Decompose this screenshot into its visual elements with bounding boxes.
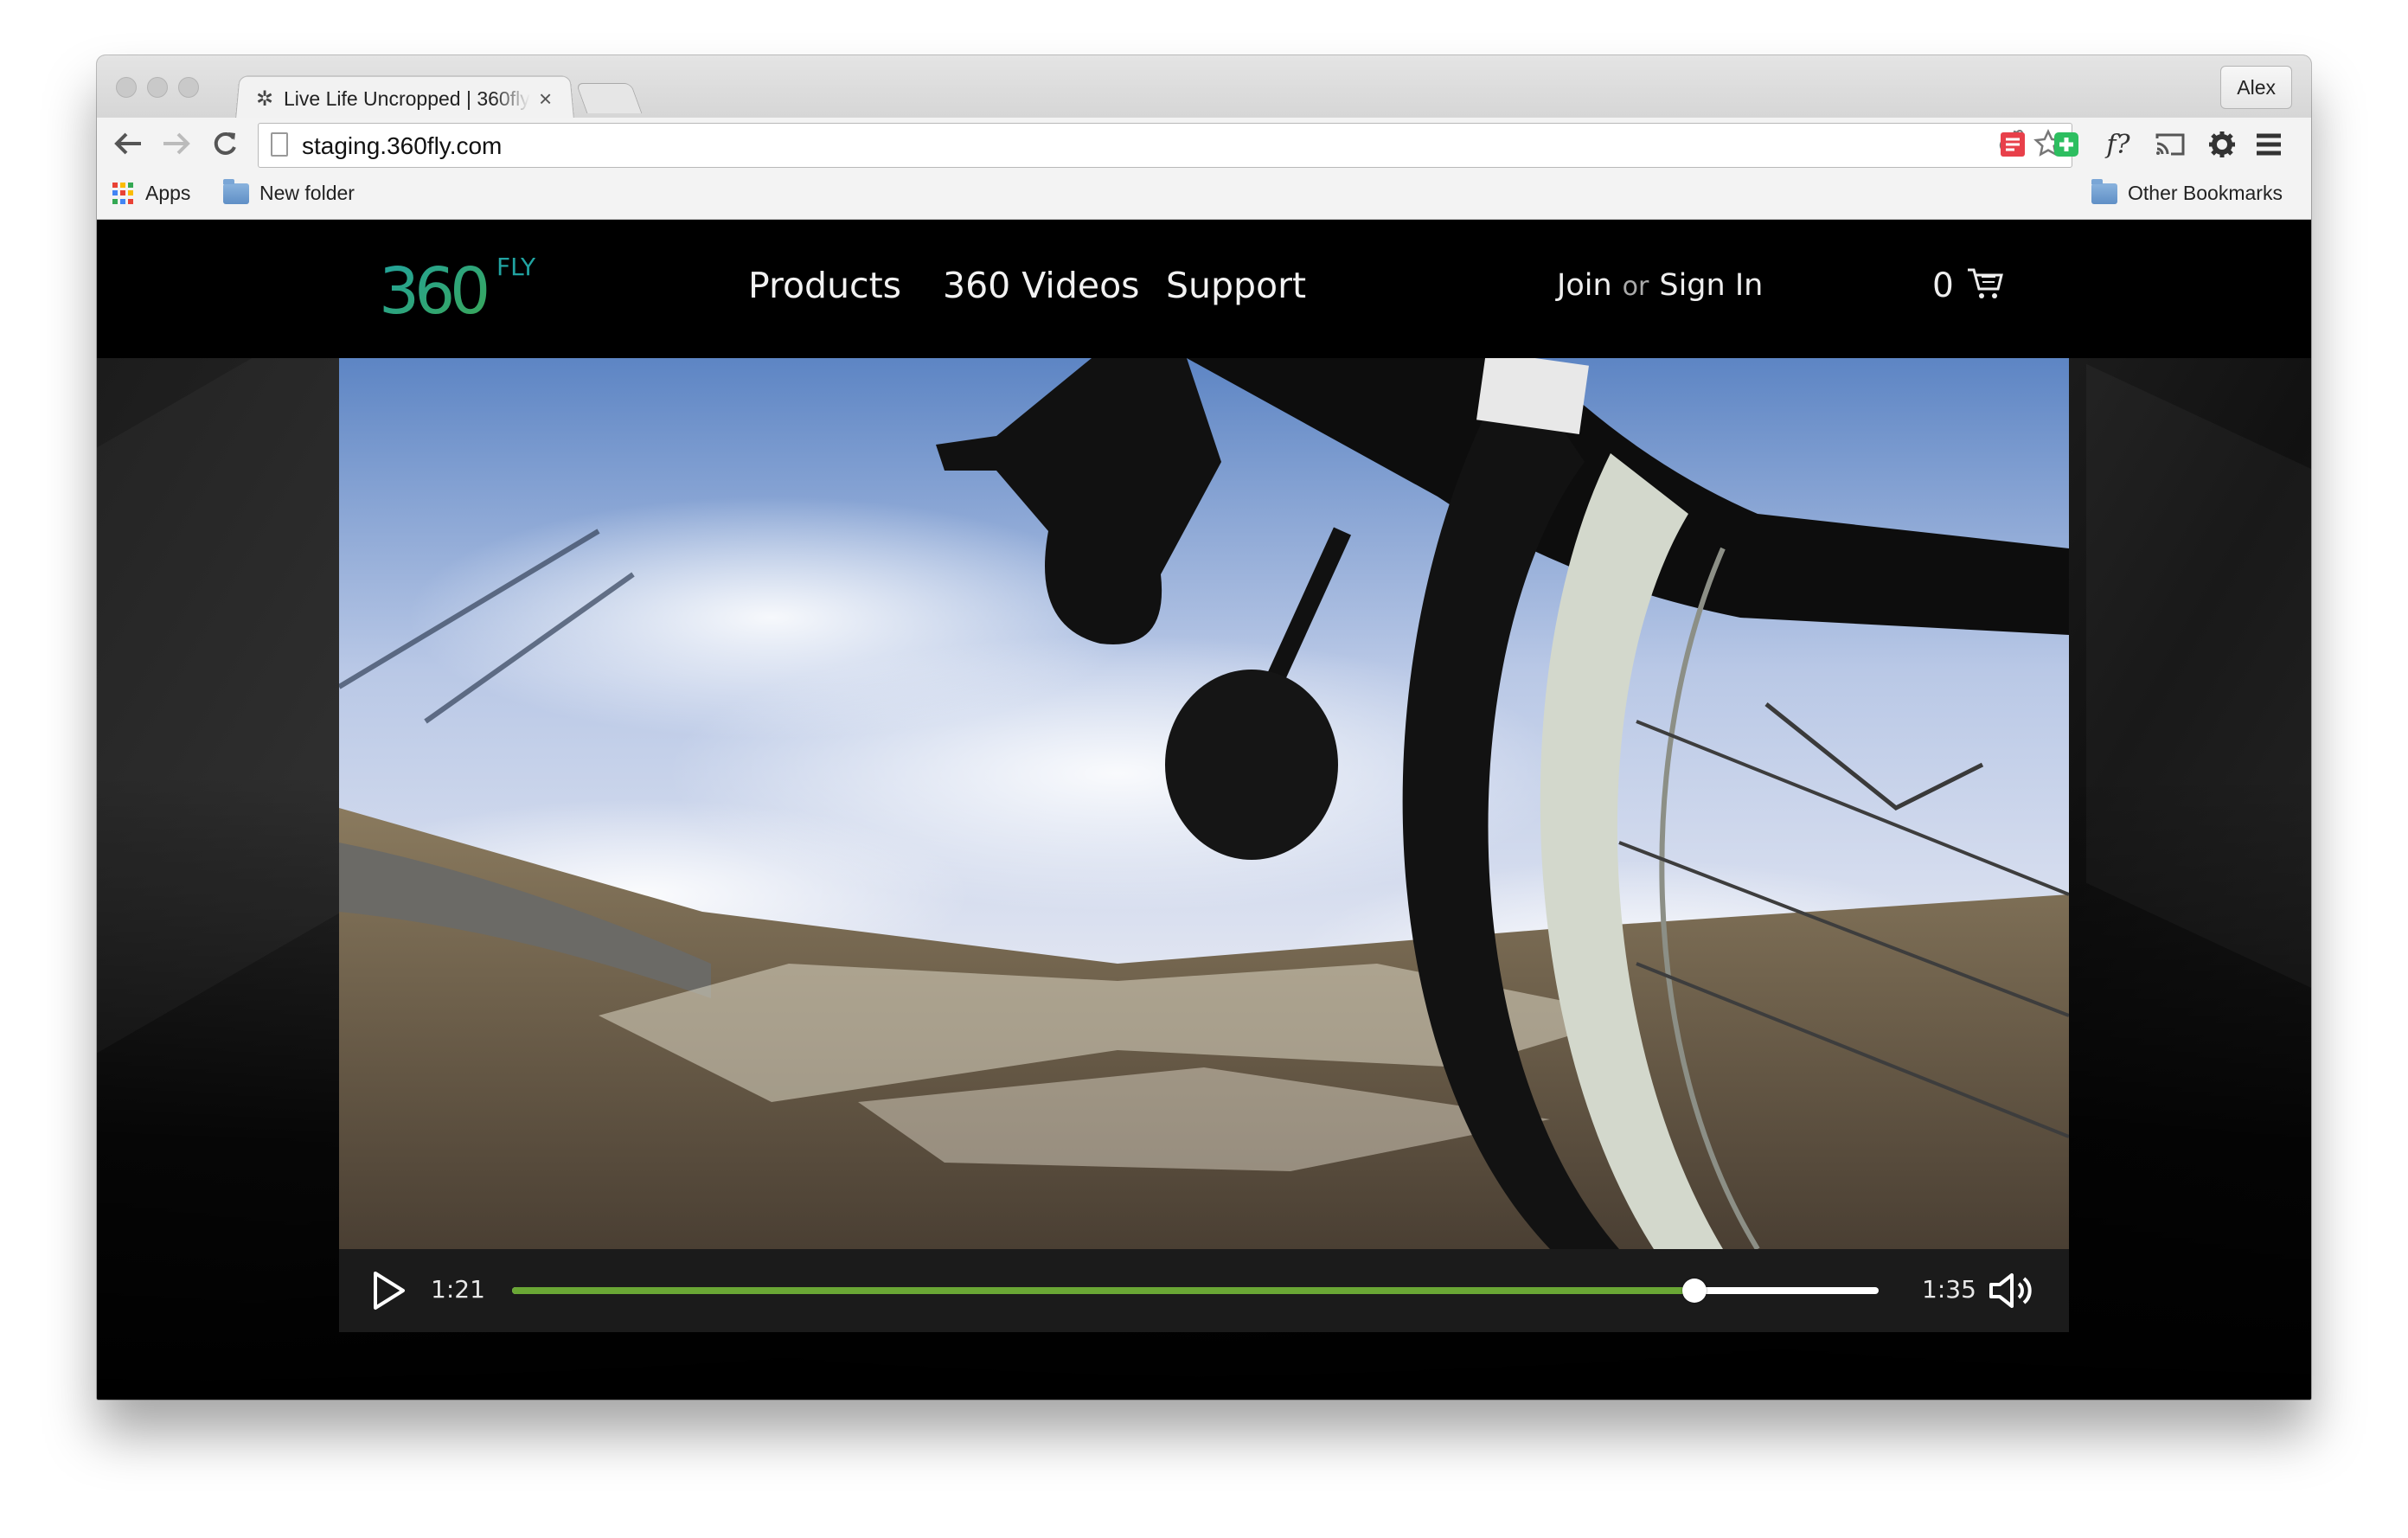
spider-favicon-icon: ✲ [255,87,274,111]
font-f-icon[interactable]: f? [2100,126,2136,163]
address-bar[interactable]: staging.360fly.com [258,123,2072,168]
tab-close-icon[interactable]: × [539,86,552,112]
browser-chrome: ✲ Live Life Uncropped | 360fly × Alex st… [97,55,2311,220]
progress-bar[interactable] [512,1278,1879,1303]
bookmark-other-label: Other Bookmarks [2128,182,2283,204]
close-window-button[interactable] [116,77,137,98]
browser-window: ✲ Live Life Uncropped | 360fly × Alex st… [97,55,2311,1400]
bookmark-apps-label: Apps [145,182,191,204]
profile-button[interactable]: Alex [2220,66,2292,109]
or-text: or [1622,272,1649,302]
play-icon[interactable] [370,1270,408,1311]
logo-number: 360 [379,254,487,327]
nav-360-videos[interactable]: 360 Videos [943,265,1140,306]
site-header: 360 FLY Products 360 Videos Support Join… [97,220,2311,358]
sign-in-link[interactable]: Sign In [1659,268,1763,303]
gear-icon[interactable] [2204,126,2240,163]
minimize-window-button[interactable] [147,77,168,98]
evernote-icon[interactable] [2048,126,2085,163]
bookmark-new-folder[interactable]: New folder [223,178,355,205]
logo-word: FLY [496,253,536,281]
zoom-window-button[interactable] [178,77,199,98]
url-text[interactable]: staging.360fly.com [302,132,502,160]
tab-strip: ✲ Live Life Uncropped | 360fly × Alex [97,55,2311,119]
menu-icon[interactable] [2251,126,2287,163]
tab-title: Live Life Uncropped | 360fly [284,87,530,110]
forward-arrow-icon[interactable] [157,125,195,163]
cart-icon [1966,266,2004,305]
nav-products[interactable]: Products [748,265,901,306]
current-time: 1:21 [431,1275,485,1304]
progress-fill [512,1287,1694,1294]
video-frame [339,358,2069,1249]
bookmark-apps[interactable]: Apps [112,182,190,205]
hero-section: 1:21 1:35 [97,358,2311,1400]
new-tab-button[interactable] [575,83,643,113]
bookmark-folder-label: New folder [259,182,355,204]
page-icon [271,132,288,157]
cast-icon[interactable] [2152,126,2188,163]
folder-icon [223,178,249,204]
360fly-logo[interactable]: 360 FLY [379,249,552,329]
join-link[interactable]: Join [1557,268,1612,303]
video-controls: 1:21 1:35 [339,1249,2069,1332]
bookmark-other[interactable]: Other Bookmarks [2091,178,2283,205]
duration: 1:35 [1922,1275,1976,1304]
volume-icon[interactable] [1988,1270,2040,1311]
tab-content[interactable]: ✲ Live Life Uncropped | 360fly × [254,81,574,116]
progress-handle[interactable] [1681,1278,1707,1303]
reload-icon[interactable] [206,125,244,163]
background-facet [97,358,374,1103]
web-page: 360 FLY Products 360 Videos Support Join… [97,220,2311,1400]
background-facet [2086,364,2311,1045]
apps-grid-icon [112,182,135,205]
cart-count: 0 [1932,266,1954,305]
pocket-icon[interactable] [1995,126,2031,163]
video-player[interactable]: 1:21 1:35 [339,358,2069,1332]
nav-support[interactable]: Support [1166,265,1306,306]
folder-icon [2091,178,2117,204]
cart-button[interactable]: 0 [1932,266,2004,305]
bookmarks-bar [97,171,2311,220]
auth-links: Join or Sign In [1557,268,1763,303]
back-arrow-icon[interactable] [109,125,147,163]
